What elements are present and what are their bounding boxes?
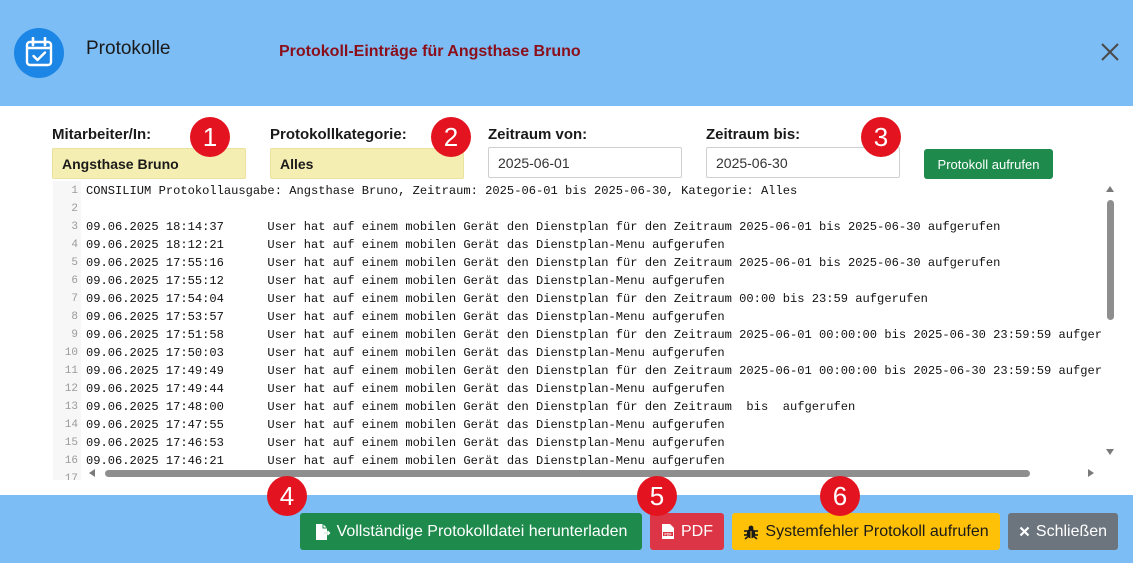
log-line-text: 09.06.2025 17:53:57 User hat auf einem m… (86, 310, 725, 324)
horizontal-scroll-thumb[interactable] (105, 470, 1030, 477)
employee-label: Mitarbeiter/In: (52, 126, 152, 143)
step-badge-1: 1 (190, 117, 230, 157)
step-badge-4: 4 (267, 476, 307, 516)
pdf-label: PDF (681, 522, 713, 540)
line-number: 4 (71, 239, 78, 251)
category-field[interactable]: Alles (270, 148, 464, 179)
line-number: 3 (71, 221, 78, 233)
system-error-log-label: Systemfehler Protokoll aufrufen (765, 522, 989, 540)
bug-icon (744, 525, 759, 540)
log-line-text: 09.06.2025 17:55:12 User hat auf einem m… (86, 274, 725, 288)
line-number: 8 (71, 311, 78, 323)
category-label: Protokollkategorie: (270, 126, 407, 143)
modal-title: Protokolle (86, 38, 171, 59)
file-pdf-icon: PDF (662, 524, 674, 539)
svg-text:PDF: PDF (664, 532, 672, 536)
file-download-icon (315, 523, 331, 540)
line-number: 6 (71, 275, 78, 287)
close-icon[interactable] (1098, 40, 1122, 64)
line-number: 10 (64, 347, 78, 359)
log-line-text: 09.06.2025 17:46:53 User hat auf einem m… (86, 436, 725, 450)
step-badge-6: 6 (820, 476, 860, 516)
date-from-label: Zeitraum von: (488, 126, 588, 143)
log-line-text: 09.06.2025 17:49:49 User hat auf einem m… (86, 364, 1110, 378)
step-badge-2: 2 (431, 117, 471, 157)
download-full-log-button[interactable]: Vollständige Protokolldatei herunterlade… (300, 513, 642, 550)
line-number: 9 (71, 329, 78, 341)
line-number: 17 (64, 473, 78, 480)
line-number: 11 (64, 365, 78, 377)
log-line-text: CONSILIUM Protokollausgabe: Angsthase Br… (86, 184, 798, 198)
line-number: 1 (71, 185, 78, 197)
horizontal-scrollbar[interactable] (85, 466, 1105, 480)
scroll-down-icon[interactable] (1106, 449, 1114, 455)
close-x-icon (1019, 526, 1030, 537)
line-number: 14 (64, 419, 78, 431)
line-number: 13 (64, 401, 78, 413)
modal-header: Protokolle Protokoll-Einträge für Angsth… (0, 0, 1133, 106)
line-number: 2 (71, 203, 78, 215)
modal-body: Mitarbeiter/In: Angsthase Bruno Protokol… (0, 106, 1133, 495)
log-line-text: 09.06.2025 18:12:21 User hat auf einem m… (86, 238, 725, 252)
pdf-button[interactable]: PDF PDF (650, 513, 724, 550)
line-number: 12 (64, 383, 78, 395)
scroll-up-icon[interactable] (1106, 186, 1114, 192)
log-subtitle: Protokoll-Einträge für Angsthase Bruno (279, 43, 581, 60)
line-number: 16 (64, 455, 78, 467)
line-number: 7 (71, 293, 78, 305)
date-to-label: Zeitraum bis: (706, 126, 801, 143)
log-line-text: 09.06.2025 17:50:03 User hat auf einem m… (86, 346, 725, 360)
log-line-text: 09.06.2025 18:14:37 User hat auf einem m… (86, 220, 1001, 234)
system-error-log-button[interactable]: Systemfehler Protokoll aufrufen (732, 513, 1000, 550)
log-line-text: 09.06.2025 17:47:55 User hat auf einem m… (86, 418, 725, 432)
scroll-right-icon[interactable] (1088, 469, 1094, 477)
log-line-text: 09.06.2025 17:51:58 User hat auf einem m… (86, 328, 1110, 342)
line-number: 15 (64, 437, 78, 449)
load-log-button[interactable]: Protokoll aufrufen (924, 149, 1053, 179)
modal-footer: Vollständige Protokolldatei herunterlade… (0, 476, 1133, 563)
vertical-scrollbar[interactable] (1103, 181, 1118, 471)
date-from-input[interactable]: 2025-06-01 (488, 147, 682, 178)
download-full-log-label: Vollständige Protokolldatei herunterlade… (336, 522, 628, 540)
line-number: 5 (71, 257, 78, 269)
close-label: Schließen (1035, 522, 1108, 540)
log-line-text: 09.06.2025 17:48:00 User hat auf einem m… (86, 400, 856, 414)
step-badge-5: 5 (637, 476, 677, 516)
log-line-text: 09.06.2025 17:55:16 User hat auf einem m… (86, 256, 1001, 270)
log-line-text: 09.06.2025 17:49:44 User hat auf einem m… (86, 382, 725, 396)
scroll-left-icon[interactable] (89, 469, 95, 477)
log-viewer[interactable]: 1 CONSILIUM Protokollausgabe: Angsthase B… (53, 181, 1118, 480)
vertical-scroll-thumb[interactable] (1107, 200, 1114, 320)
calendar-check-icon (14, 28, 64, 78)
log-line-text: 09.06.2025 17:54:04 User hat auf einem m… (86, 292, 928, 306)
step-badge-3: 3 (861, 117, 901, 157)
close-button[interactable]: Schließen (1008, 513, 1118, 550)
